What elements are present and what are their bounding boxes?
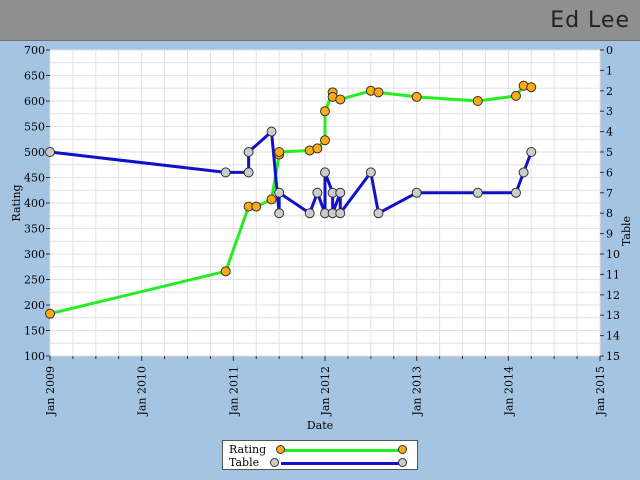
data-point-table: [274, 208, 285, 219]
legend-label-table: Table: [229, 456, 260, 469]
y-right-tick-label: 12: [606, 289, 620, 302]
data-point-table: [373, 208, 384, 219]
data-point-table: [335, 187, 346, 198]
y-right-tick-label: 15: [606, 350, 620, 363]
x-tick-label: Jan 2010: [136, 366, 149, 417]
y-right-tick-label: 7: [606, 187, 613, 200]
data-point-table: [472, 187, 483, 198]
y-right-tick-label: 2: [606, 85, 613, 98]
data-point-rating: [411, 91, 422, 102]
y-right-tick-label: 0: [606, 44, 613, 57]
x-axis-title: Date: [307, 419, 333, 432]
data-point-rating: [320, 106, 330, 117]
y-right-tick-label: 6: [606, 166, 613, 179]
data-point-rating: [251, 201, 262, 212]
data-point-rating: [472, 96, 483, 106]
data-point-table: [274, 187, 285, 198]
data-point-table: [243, 167, 254, 178]
y-left-tick-label: 200: [24, 299, 45, 312]
legend-line-rating: [281, 449, 403, 452]
x-tick-label: Jan 2012: [319, 366, 332, 417]
y-left-tick-label: 450: [24, 172, 45, 185]
data-point-table: [266, 126, 277, 137]
data-point-table: [243, 147, 254, 157]
data-point-rating: [320, 135, 330, 146]
legend-marker-table: [270, 458, 279, 467]
y-left-tick-label: 400: [24, 197, 45, 210]
x-tick-label: Jan 2009: [44, 366, 57, 417]
y-right-tick-label: 1: [606, 64, 613, 77]
legend-marker-rating: [276, 445, 285, 454]
y-right-tick-label: 11: [606, 268, 620, 281]
data-point-table: [312, 187, 323, 198]
legend-marker-rating: [398, 445, 407, 454]
y-right-tick-label: 13: [606, 309, 620, 322]
y-left-tick-label: 150: [24, 325, 45, 338]
data-point-table: [518, 167, 529, 178]
data-point-table: [304, 208, 315, 219]
legend-entry-rating: Rating: [223, 443, 419, 457]
data-point-rating: [220, 266, 231, 277]
rating-chart: Jan 2009 Jan 2010 Jan 2011 Jan 2012 Jan 2013…: [10, 44, 633, 432]
data-point-table: [526, 147, 537, 157]
y-left-tick-label: 600: [24, 95, 45, 108]
data-point-table: [335, 208, 346, 219]
y-right-tick-label: 5: [606, 146, 613, 159]
y-right-tick-label: 8: [606, 207, 613, 220]
y-right-tick-label: 3: [606, 105, 613, 118]
data-point-rating: [335, 94, 346, 105]
data-point-table: [411, 187, 422, 198]
y-right-tick-label: 10: [606, 248, 620, 261]
x-tick-label: Jan 2011: [227, 366, 240, 417]
legend-label-rating: Rating: [229, 443, 267, 456]
y-left-tick-label: 350: [24, 223, 45, 236]
x-tick-label: Jan 2013: [411, 366, 424, 417]
data-point-rating: [266, 194, 277, 205]
y-left-tick-label: 100: [24, 350, 45, 363]
legend-entry-table: Table: [223, 456, 419, 470]
data-point-table: [45, 147, 55, 157]
x-tick-label: Jan 2015: [594, 366, 607, 417]
data-point-table: [510, 187, 521, 198]
data-point-rating: [373, 87, 384, 98]
x-tick-label: Jan 2014: [502, 366, 515, 417]
data-point-rating: [510, 90, 521, 101]
y-left-tick-label: 300: [24, 248, 45, 261]
legend-line-table: [281, 462, 403, 465]
y-right-tick-label: 14: [606, 330, 620, 343]
legend-marker-table: [398, 458, 407, 467]
data-point-rating: [274, 147, 285, 157]
y-left-tick-label: 250: [24, 274, 45, 287]
y-left-tick-label: 550: [24, 121, 45, 134]
y-right-tick-label: 4: [606, 126, 613, 139]
data-point-table: [220, 167, 231, 178]
data-point-rating: [45, 308, 55, 319]
legend: Rating Table: [222, 440, 418, 470]
y-left-tick-label: 500: [24, 146, 45, 159]
y-axis-left-title: Rating: [10, 184, 23, 221]
data-point-rating: [526, 82, 537, 93]
y-axis-right-title: Table: [620, 216, 633, 246]
y-right-tick-label: 9: [606, 228, 613, 241]
data-point-rating: [312, 143, 323, 154]
y-left-tick-label: 650: [24, 70, 45, 83]
data-point-table: [320, 167, 330, 178]
y-left-tick-label: 700: [24, 44, 45, 57]
data-point-table: [365, 167, 376, 178]
